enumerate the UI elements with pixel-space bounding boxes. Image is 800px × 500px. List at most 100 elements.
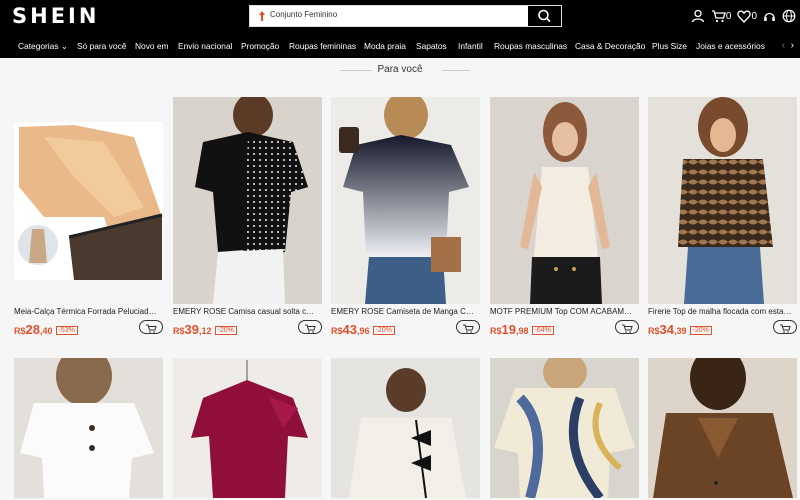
product-image[interactable] xyxy=(14,358,163,498)
price-currency: R$ xyxy=(331,326,343,336)
nav-item-promocao[interactable]: Promoção xyxy=(241,41,279,51)
product-image[interactable] xyxy=(173,97,322,304)
user-icon xyxy=(691,9,705,23)
language-button[interactable] xyxy=(782,9,796,23)
category-nav: Categorias ⌄ Só para você Novo em Envio … xyxy=(0,33,800,58)
nav-item-plus-size[interactable]: Plus Size xyxy=(652,41,687,51)
product-card[interactable]: MOTF PREMIUM Top COM ACABAM… R$19,98 -64% xyxy=(490,97,639,338)
wishlist-button[interactable]: 0 xyxy=(737,10,757,23)
discount-badge: -20% xyxy=(372,326,395,335)
price-decimals: ,40 xyxy=(39,326,53,336)
product-name[interactable]: EMERY ROSE Camisa casual solta c… xyxy=(173,307,322,316)
cart-add-icon xyxy=(463,324,474,333)
add-to-cart-button[interactable] xyxy=(456,320,480,334)
wishlist-count: 0 xyxy=(751,10,757,22)
chevron-down-icon: ⌄ xyxy=(60,41,68,51)
globe-icon xyxy=(782,9,796,23)
cart-add-icon xyxy=(305,324,316,333)
product-image[interactable] xyxy=(331,358,480,498)
lace-top-image xyxy=(648,97,797,304)
print-blouse-image xyxy=(490,358,639,498)
price-row: R$28,40 -53% xyxy=(14,320,163,338)
nav-item-novo-em[interactable]: Novo em xyxy=(135,41,169,51)
product-image[interactable] xyxy=(14,97,163,304)
product-price: R$43,96 xyxy=(331,321,370,338)
price-integer: 34 xyxy=(659,322,674,337)
search-input[interactable]: Conjunto Feminino xyxy=(270,10,337,19)
nav-item-so-para-voce[interactable]: Só para você xyxy=(77,41,126,51)
product-image[interactable] xyxy=(490,358,639,498)
nav-item-moda-praia[interactable]: Moda praia xyxy=(364,41,406,51)
chevron-left-icon[interactable]: ‹ xyxy=(782,40,785,51)
discount-badge: -53% xyxy=(55,326,78,335)
support-button[interactable] xyxy=(763,10,776,23)
product-card[interactable]: EMERY ROSE Camiseta de Manga C… R$43,96-… xyxy=(331,97,480,338)
nav-item-roupas-femininas[interactable]: Roupas femininas xyxy=(289,41,356,51)
price-decimals: ,39 xyxy=(673,326,687,336)
cart-add-icon xyxy=(146,324,157,333)
cart-add-icon xyxy=(780,324,791,333)
shein-logo[interactable]: SHEIN xyxy=(12,4,99,28)
divider-right xyxy=(442,70,470,71)
product-price: R$28,40 xyxy=(14,321,53,338)
price-integer: 43 xyxy=(342,322,357,337)
top-header: SHEIN Conjunto Feminino 0 0 xyxy=(0,0,800,33)
gradient-tee-image xyxy=(331,97,480,304)
headset-icon xyxy=(764,12,775,21)
cart-add-icon xyxy=(622,324,633,333)
nav-item-joias[interactable]: Joias e acessórios xyxy=(696,41,765,51)
nav-item-infantil[interactable]: Infantil xyxy=(458,41,483,51)
section-title: Para você xyxy=(377,64,423,75)
account-button[interactable] xyxy=(691,9,705,23)
cart-count: 0 xyxy=(725,10,732,22)
nav-item-sapatos[interactable]: Sapatos xyxy=(416,41,447,51)
add-to-cart-button[interactable] xyxy=(298,320,322,334)
add-to-cart-button[interactable] xyxy=(615,320,639,334)
product-image[interactable] xyxy=(648,97,797,304)
trending-icon xyxy=(259,11,265,21)
header-icons: 0 0 xyxy=(691,8,796,24)
satin-top-image xyxy=(173,358,322,498)
price-currency: R$ xyxy=(173,326,185,336)
price-integer: 28 xyxy=(25,322,40,337)
price-row: R$43,96 -20% xyxy=(331,320,480,338)
heart-icon xyxy=(737,10,752,23)
product-name[interactable]: Meia-Calça Térmica Forrada Peluciad… xyxy=(14,307,163,316)
product-name[interactable]: EMERY ROSE Camiseta de Manga C… xyxy=(331,307,480,316)
nav-item-categorias[interactable]: Categorias ⌄ xyxy=(18,41,68,51)
product-image[interactable] xyxy=(490,97,639,304)
price-integer: 39 xyxy=(184,322,199,337)
product-card[interactable]: Firerie Top de malha flocada com esta… R… xyxy=(648,97,797,337)
nav-item-roupas-masculinas[interactable]: Roupas masculinas xyxy=(494,41,567,51)
product-card[interactable]: EMERY ROSE Camisa casual solta c… R$39,1… xyxy=(173,97,322,337)
price-decimals: ,12 xyxy=(198,326,212,336)
discount-badge: -64% xyxy=(531,326,554,335)
product-image[interactable] xyxy=(173,358,322,498)
product-image[interactable] xyxy=(648,358,797,498)
cart-icon xyxy=(711,10,726,23)
search-bar[interactable]: Conjunto Feminino xyxy=(249,5,562,27)
nav-scroll-arrows[interactable]: ‹ › xyxy=(782,40,794,51)
polka-dot-blouse-image xyxy=(173,97,322,304)
search-button[interactable] xyxy=(528,6,561,26)
add-to-cart-button[interactable] xyxy=(139,320,163,334)
price-decimals: ,96 xyxy=(356,326,370,336)
tights-image xyxy=(14,122,163,280)
search-icon xyxy=(538,9,551,23)
white-blouse-image xyxy=(14,358,163,498)
nav-item-envio-nacional[interactable]: Envio nacional xyxy=(178,41,232,51)
product-name[interactable]: MOTF PREMIUM Top COM ACABAM… xyxy=(490,307,639,316)
nav-item-casa-decoracao[interactable]: Casa & Decoração xyxy=(575,41,645,51)
discount-badge: -20% xyxy=(214,326,237,335)
product-image[interactable] xyxy=(331,97,480,304)
product-name[interactable]: Firerie Top de malha flocada com esta… xyxy=(648,307,797,316)
price-row: R$39,12 -20% xyxy=(173,320,322,337)
product-price: R$19,98 xyxy=(490,321,529,338)
price-currency: R$ xyxy=(648,326,660,336)
add-to-cart-button[interactable] xyxy=(773,320,797,334)
cart-button[interactable]: 0 xyxy=(711,9,732,23)
product-card[interactable]: Meia-Calça Térmica Forrada Peluciad… R$2… xyxy=(14,97,163,338)
price-integer: 19 xyxy=(501,322,516,337)
price-row: R$34,39 -20% xyxy=(648,320,797,337)
chevron-right-icon[interactable]: › xyxy=(791,40,794,51)
